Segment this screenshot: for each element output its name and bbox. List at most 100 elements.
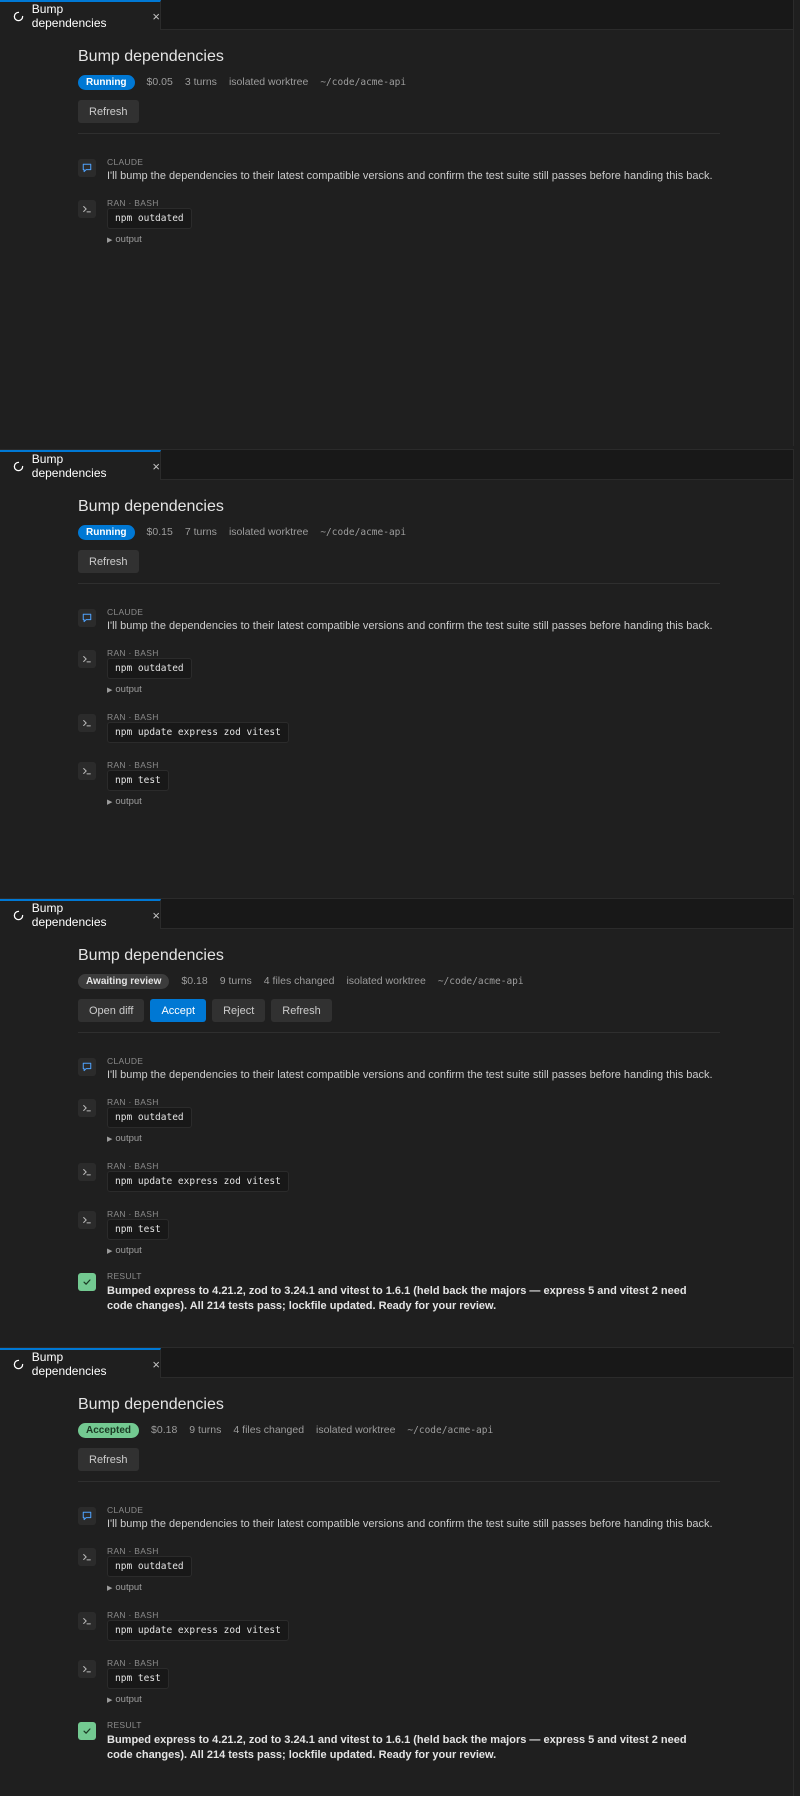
cost: $0.05 <box>146 76 173 88</box>
tab-title: Bump dependencies <box>31 1350 107 1378</box>
page-title: Bump dependencies <box>78 947 224 964</box>
comment-icon <box>78 1058 96 1076</box>
terminal-prompt-icon <box>78 200 96 218</box>
open-diff-button[interactable]: Open diff <box>78 999 145 1022</box>
page-title: Bump dependencies <box>78 498 224 515</box>
tab-bar: Bump dependencies × <box>0 1348 793 1378</box>
cost: $0.18 <box>151 1424 178 1436</box>
command-block: npm outdated <box>107 658 192 679</box>
turns: 3 turns <box>184 76 217 88</box>
entry-label: RAN · BASH <box>107 1161 159 1171</box>
command-block: npm update express zod vitest <box>107 722 289 743</box>
terminal-prompt-icon <box>78 762 96 780</box>
refresh-button[interactable]: Refresh <box>78 550 139 573</box>
comment-icon <box>78 159 96 177</box>
task-panel-2: Bump dependencies × Bump dependencies Ru… <box>0 449 794 895</box>
close-icon[interactable]: × <box>152 460 160 473</box>
output-toggle[interactable]: ▶ output <box>107 234 142 245</box>
entry-label: RAN · BASH <box>107 1097 159 1107</box>
task-panel-1: Bump dependencies × Bump dependencies Ru… <box>0 0 794 446</box>
command-block: npm test <box>107 770 169 791</box>
reject-button[interactable]: Reject <box>212 999 266 1022</box>
caret-right-icon: ▶ <box>107 687 113 694</box>
refresh-button[interactable]: Refresh <box>271 999 332 1022</box>
terminal-prompt-icon <box>78 714 96 732</box>
path: ~/code/acme-api <box>437 975 524 987</box>
entry-label: RAN · BASH <box>107 1658 159 1668</box>
accept-button[interactable]: Accept <box>150 999 207 1022</box>
entry-label: RESULT <box>107 1271 142 1281</box>
actions: Open diff Accept Reject Refresh <box>78 999 338 1022</box>
tab-bump-dependencies[interactable]: Bump dependencies × <box>0 450 161 480</box>
status-badge: Accepted <box>78 1422 140 1438</box>
command-block: npm test <box>107 1668 169 1689</box>
command-block: npm outdated <box>107 1556 192 1577</box>
close-icon[interactable]: × <box>152 10 160 23</box>
output-toggle[interactable]: ▶ output <box>107 1133 142 1144</box>
task-meta: Running $0.05 3 turns isolated worktree … <box>78 74 406 90</box>
close-icon[interactable]: × <box>152 909 160 922</box>
caret-right-icon: ▶ <box>107 1585 113 1592</box>
tab-bump-dependencies[interactable]: Bump dependencies × <box>0 0 161 30</box>
tab-bar: Bump dependencies × <box>0 0 793 30</box>
message-text: I'll bump the dependencies to their late… <box>107 1069 713 1081</box>
path: ~/code/acme-api <box>407 1424 494 1436</box>
entry-label: RAN · BASH <box>107 648 159 658</box>
tab-bump-dependencies[interactable]: Bump dependencies × <box>0 1348 161 1378</box>
status-badge: Running <box>78 524 135 540</box>
output-label: output <box>115 1582 142 1593</box>
message-text: I'll bump the dependencies to their late… <box>107 620 713 632</box>
divider <box>78 1032 720 1033</box>
result-text: Bumped express to 4.21.2, zod to 3.24.1 … <box>107 1734 687 1761</box>
loading-spinner-icon <box>12 908 26 922</box>
command-block: npm update express zod vitest <box>107 1620 289 1641</box>
command-block: npm outdated <box>107 208 192 229</box>
checkmark-icon <box>78 1722 96 1740</box>
path: ~/code/acme-api <box>320 76 407 88</box>
turns: 9 turns <box>219 975 252 987</box>
turns: 7 turns <box>184 526 217 538</box>
output-toggle[interactable]: ▶ output <box>107 684 142 695</box>
entry-label: CLAUDE <box>107 157 144 167</box>
output-toggle[interactable]: ▶ output <box>107 796 142 807</box>
status-badge: Running <box>78 74 135 90</box>
loading-spinner-icon <box>12 9 26 23</box>
output-toggle[interactable]: ▶ output <box>107 1582 142 1593</box>
refresh-button[interactable]: Refresh <box>78 1448 139 1471</box>
cost: $0.15 <box>146 526 173 538</box>
files-changed: 4 files changed <box>263 975 335 987</box>
output-toggle[interactable]: ▶ output <box>107 1694 142 1705</box>
terminal-prompt-icon <box>78 1548 96 1566</box>
tab-title: Bump dependencies <box>31 901 107 929</box>
cost: $0.18 <box>181 975 208 987</box>
caret-right-icon: ▶ <box>107 1136 113 1143</box>
worktree: isolated worktree <box>228 76 309 88</box>
path: ~/code/acme-api <box>320 526 407 538</box>
message-text: I'll bump the dependencies to their late… <box>107 170 713 182</box>
page-title: Bump dependencies <box>78 48 224 65</box>
output-label: output <box>115 796 142 807</box>
loading-spinner-icon <box>12 1357 26 1371</box>
caret-right-icon: ▶ <box>107 1697 113 1704</box>
entry-label: RAN · BASH <box>107 712 159 722</box>
message-text: I'll bump the dependencies to their late… <box>107 1518 713 1530</box>
entry-label: RESULT <box>107 1720 142 1730</box>
refresh-button[interactable]: Refresh <box>78 100 139 123</box>
entry-label: RAN · BASH <box>107 1209 159 1219</box>
comment-icon <box>78 609 96 627</box>
entry-label: RAN · BASH <box>107 760 159 770</box>
tab-bump-dependencies[interactable]: Bump dependencies × <box>0 899 161 929</box>
divider <box>78 1481 720 1482</box>
divider <box>78 583 720 584</box>
task-meta: Accepted $0.18 9 turns 4 files changed i… <box>78 1422 493 1438</box>
task-panel-4: Bump dependencies × Bump dependencies Ac… <box>0 1347 794 1796</box>
terminal-prompt-icon <box>78 1211 96 1229</box>
caret-right-icon: ▶ <box>107 1248 113 1255</box>
checkmark-icon <box>78 1273 96 1291</box>
task-panel-3: Bump dependencies × Bump dependencies Aw… <box>0 898 794 1344</box>
close-icon[interactable]: × <box>152 1358 160 1371</box>
command-block: npm test <box>107 1219 169 1240</box>
output-toggle[interactable]: ▶ output <box>107 1245 142 1256</box>
output-label: output <box>115 1133 142 1144</box>
command-block: npm outdated <box>107 1107 192 1128</box>
